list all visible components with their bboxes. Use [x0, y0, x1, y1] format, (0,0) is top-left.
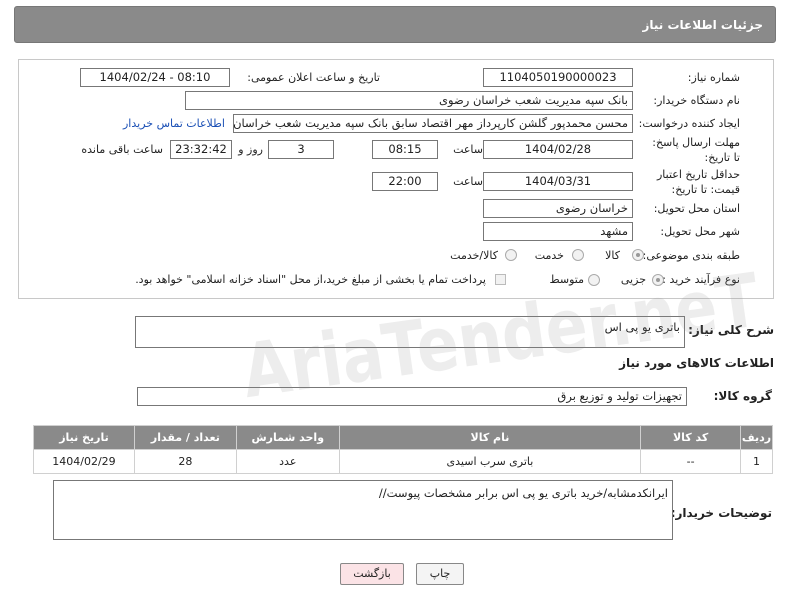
price-validity-time-label: ساعت: [453, 175, 483, 188]
category-goods-service-radio[interactable]: [505, 249, 517, 261]
reply-deadline-label: مهلت ارسال پاسخ: تا تاریخ:: [652, 136, 740, 164]
purchase-process-label: نوع فرآیند خرید :: [662, 273, 740, 286]
goods-table-header: ردیف کد کالا نام کالا واحد شمارش تعداد /…: [33, 425, 773, 450]
buyer-notes-field[interactable]: ایرانکدمشابه/خرید باتری یو پی اس برابر م…: [53, 480, 673, 540]
goods-section-title: اطلاعات کالاهای مورد نیاز: [619, 356, 774, 370]
category-goods-radio[interactable]: [632, 249, 644, 261]
buyer-org-label: نام دستگاه خریدار:: [653, 94, 740, 107]
back-button[interactable]: بازگشت: [340, 563, 404, 585]
need-number-field[interactable]: 1104050190000023: [483, 68, 633, 87]
general-description-label: شرح کلی نیاز:: [688, 323, 774, 337]
treasury-payment-note: پرداخت تمام یا بخشی از مبلغ خرید،از محل …: [135, 273, 486, 286]
process-minor-radio[interactable]: [652, 274, 664, 286]
col-need-date: تاریخ نیاز: [33, 425, 135, 450]
time-remaining-field[interactable]: 23:32:42: [170, 140, 232, 159]
col-quantity: تعداد / مقدار: [133, 425, 237, 450]
col-unit: واحد شمارش: [235, 425, 340, 450]
reply-deadline-date-field[interactable]: 1404/02/28: [483, 140, 633, 159]
category-goods-service-label: کالا/خدمت: [450, 249, 498, 262]
request-creator-label: ایجاد کننده درخواست:: [638, 117, 740, 130]
subject-category-label: طبقه بندی موضوعی:: [642, 249, 740, 262]
cell-goods-code: --: [640, 449, 742, 474]
time-remaining-label: ساعت باقی مانده: [81, 143, 163, 156]
delivery-province-label: استان محل تحویل:: [653, 202, 740, 215]
process-minor-label: جزیی: [620, 273, 646, 286]
goods-group-label: گروه کالا:: [713, 389, 772, 403]
table-row[interactable]: 1 -- باتری سرب اسیدی عدد 28 1404/02/29: [33, 449, 773, 474]
category-service-radio[interactable]: [572, 249, 584, 261]
print-button[interactable]: چاپ: [416, 563, 464, 585]
cell-need-date: 1404/02/29: [33, 449, 135, 474]
goods-table: ردیف کد کالا نام کالا واحد شمارش تعداد /…: [33, 425, 773, 474]
reply-deadline-time-label: ساعت: [453, 143, 483, 156]
price-validity-date-field[interactable]: 1404/03/31: [483, 172, 633, 191]
reply-deadline-time-field[interactable]: 08:15: [372, 140, 438, 159]
days-remaining-field[interactable]: 3: [268, 140, 334, 159]
buyer-contact-link[interactable]: اطلاعات تماس خریدار: [123, 117, 225, 130]
category-goods-label: کالا: [605, 249, 620, 262]
need-number-label: شماره نیاز:: [687, 71, 740, 84]
price-validity-label: حداقل تاریخ اعتبار قیمت: تا تاریخ:: [656, 168, 740, 196]
delivery-province-field[interactable]: خراسان رضوی: [483, 199, 633, 218]
cell-quantity: 28: [133, 449, 237, 474]
treasury-payment-checkbox[interactable]: [495, 274, 506, 285]
buyer-org-field[interactable]: بانک سپه مدیریت شعب خراسان رضوی: [185, 91, 633, 110]
page-header: جزئیات اطلاعات نیاز: [14, 6, 776, 43]
request-creator-field[interactable]: محسن محمدپور گلشن کارپرداز مهر اقتصاد سا…: [233, 114, 633, 133]
col-goods-code: کد کالا: [640, 425, 742, 450]
general-description-field[interactable]: باتری یو پی اس: [135, 316, 685, 348]
announce-datetime-label: تاریخ و ساعت اعلان عمومی:: [247, 71, 380, 84]
delivery-city-label: شهر محل تحویل:: [660, 225, 740, 238]
delivery-city-field[interactable]: مشهد: [483, 222, 633, 241]
cell-goods-name: باتری سرب اسیدی: [338, 449, 642, 474]
process-medium-radio[interactable]: [588, 274, 600, 286]
col-goods-name: نام کالا: [338, 425, 642, 450]
buyer-notes-label: توضیحات خریدار:: [670, 506, 772, 520]
cell-row-index: 1: [740, 449, 773, 474]
page-title: جزئیات اطلاعات نیاز: [642, 18, 763, 32]
col-row-index: ردیف: [740, 425, 773, 450]
days-label: روز و: [238, 143, 263, 156]
process-medium-label: متوسط: [549, 273, 584, 286]
goods-group-field[interactable]: تجهیزات تولید و توزیع برق: [137, 387, 687, 406]
announce-datetime-field[interactable]: 1404/02/24 - 08:10: [80, 68, 230, 87]
category-service-label: خدمت: [534, 249, 564, 262]
cell-unit: عدد: [235, 449, 340, 474]
price-validity-time-field[interactable]: 22:00: [372, 172, 438, 191]
